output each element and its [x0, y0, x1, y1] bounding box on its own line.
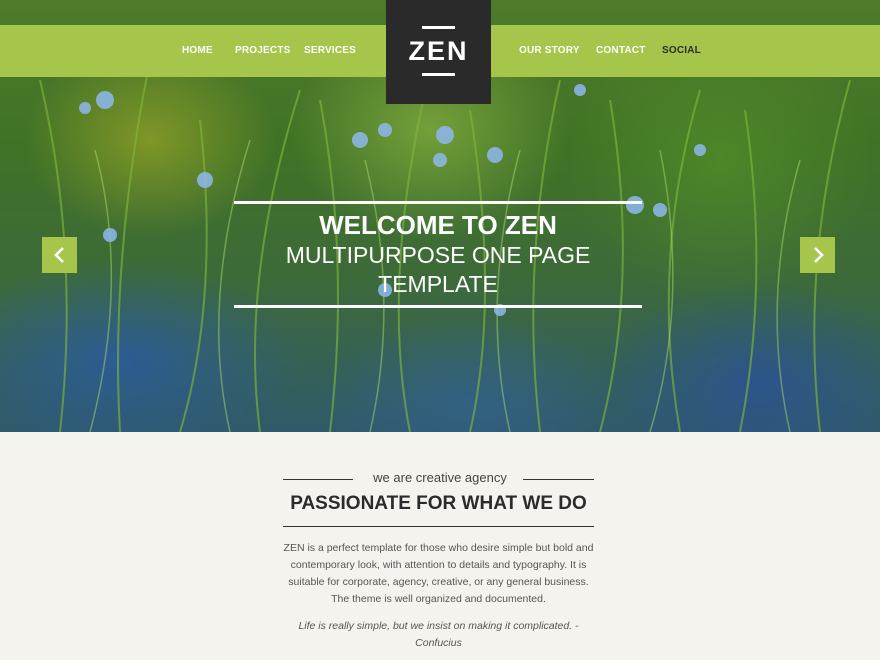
hero-subtitle: MULTIPURPOSE ONE PAGE TEMPLATE [285, 242, 591, 297]
slider-prev-button[interactable] [42, 237, 77, 273]
chevron-right-icon [813, 247, 824, 263]
caption-top-rule [234, 201, 642, 204]
tagline-left-rule [283, 479, 353, 480]
about-section: we are creative agency PASSIONATE FOR WH… [0, 432, 880, 660]
tagline: we are creative agency [373, 470, 507, 485]
nav-home[interactable]: HOME [182, 25, 213, 77]
nav-our-story[interactable]: OUR STORY [519, 25, 580, 77]
logo-text: ZEN [408, 36, 469, 66]
nav-services[interactable]: SERVICES [304, 25, 356, 77]
chevron-left-icon [53, 247, 64, 263]
nav-contact[interactable]: CONTACT [596, 25, 646, 77]
site-logo[interactable]: ZEN [386, 0, 491, 104]
about-quote: Life is really simple, but we insist on … [298, 620, 579, 649]
headline-underline [283, 526, 594, 527]
logo-top-bar [422, 26, 455, 29]
caption-bottom-rule [234, 305, 642, 308]
slider-next-button[interactable] [800, 237, 835, 273]
tagline-right-rule [523, 479, 594, 480]
nav-projects[interactable]: PROJECTS [235, 25, 291, 77]
about-description: ZEN is a perfect template for those who … [283, 542, 594, 605]
nav-social[interactable]: SOCIAL [662, 25, 701, 77]
logo-bottom-bar [422, 73, 455, 76]
hero-title: WELCOME TO ZEN [319, 210, 557, 240]
section-headline: PASSIONATE FOR WHAT WE DO [290, 493, 587, 514]
